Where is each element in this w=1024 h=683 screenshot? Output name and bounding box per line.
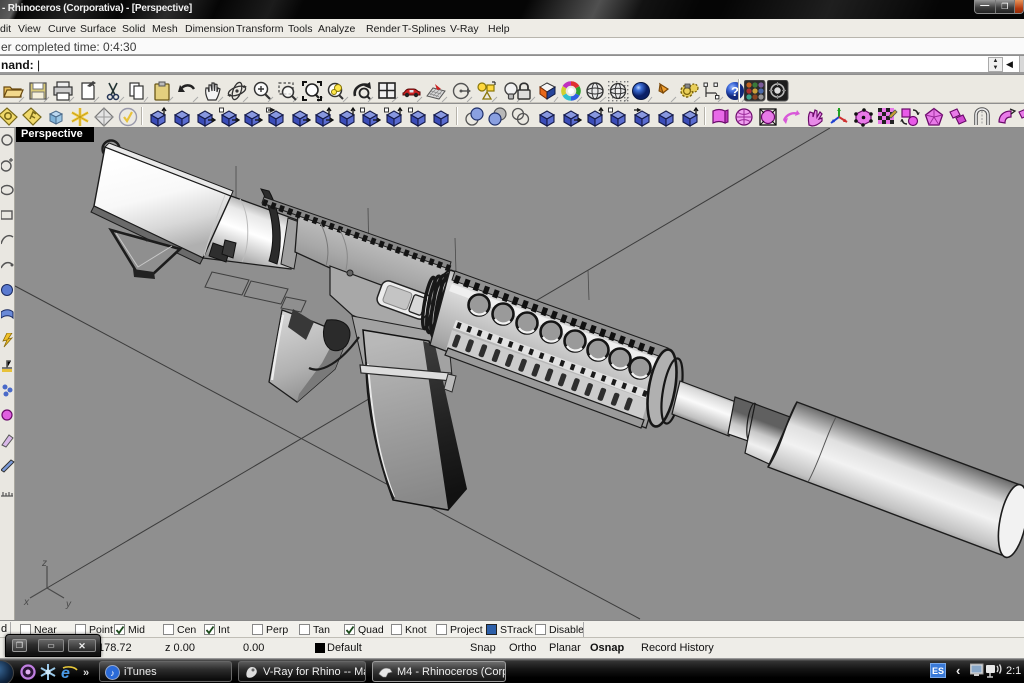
svg-text:»: »	[83, 667, 89, 679]
svg-text:z: z	[41, 558, 47, 569]
svg-text:♪: ♪	[110, 668, 115, 678]
svg-text:y: y	[65, 599, 72, 610]
svg-text:x: x	[23, 597, 30, 608]
